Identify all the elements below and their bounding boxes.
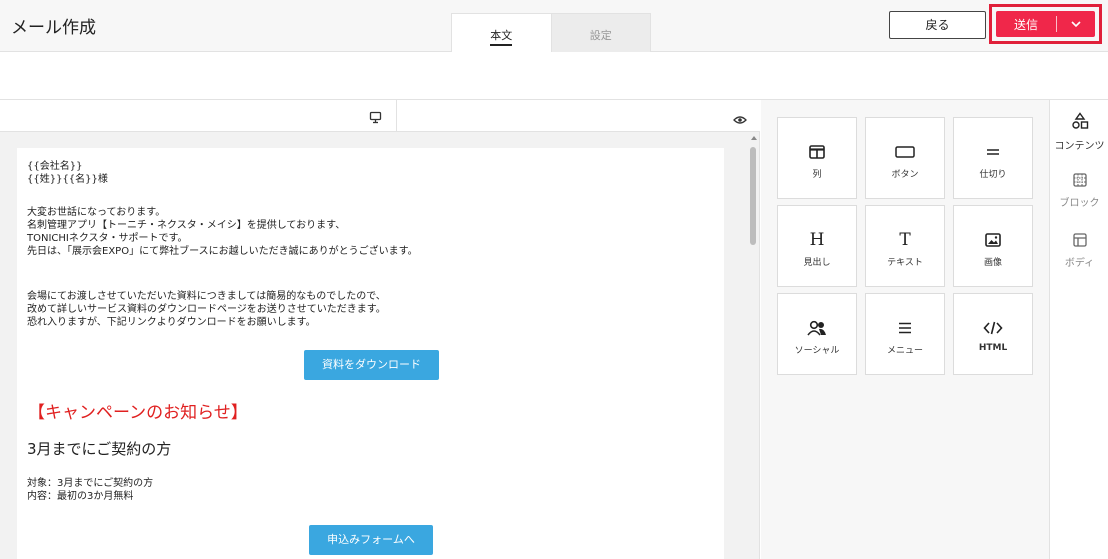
html-icon — [983, 319, 1003, 337]
block-label: ボタン — [891, 170, 919, 180]
page-title: メール作成 — [11, 18, 96, 38]
block-heading[interactable]: H 見出し — [777, 205, 857, 287]
desktop-view-icon[interactable] — [369, 109, 382, 128]
block-menu[interactable]: メニュー — [865, 293, 945, 375]
preview-eye-icon[interactable] — [733, 110, 747, 129]
text-icon: T — [899, 230, 911, 250]
toolbar-cell-left — [0, 100, 397, 132]
tab-bar: 本文 設定 — [451, 13, 651, 52]
details-block[interactable]: 対象：3月までにご契約の方 内容：最初の3か月無料 — [27, 477, 153, 503]
scroll-thumb[interactable] — [750, 147, 756, 245]
block-label: ソーシャル — [794, 346, 840, 356]
sidebar-item-label: コンテンツ — [1054, 141, 1105, 152]
tab-body[interactable]: 本文 — [451, 13, 552, 52]
shapes-icon — [1071, 112, 1089, 134]
body-line: 改めて詳しいサービス資料のダウンロードページをお送りさせていただきます。 — [27, 304, 386, 315]
details-line: 対象：3月までにご契約の方 — [27, 478, 154, 489]
block-button[interactable]: ボタン — [865, 117, 945, 199]
content-panel: 列 ボタン 仕切り H 見出し T テキスト 画像 ソーシャル メニュー HTM… — [761, 100, 1049, 559]
send-label: 送信 — [1013, 17, 1038, 32]
intro-line: 先日は、「展示会EXPO」にて弊社ブースにお越しいただき誠にありがとうございます… — [27, 246, 418, 257]
body-line: 恐れ入りますが、下記リンクよりダウンロードをお願いします。 — [27, 317, 316, 328]
intro-line: 大変お世話になっております。 — [27, 207, 166, 218]
button-icon — [895, 143, 915, 161]
tab-settings-label: 設定 — [589, 29, 612, 42]
application-form-button[interactable]: 申込みフォームへ — [309, 525, 433, 555]
greeting-block[interactable]: {{会社名}} {{姓}}{{名}}様 — [27, 160, 108, 186]
tab-settings[interactable]: 設定 — [551, 13, 651, 52]
body-layout-icon — [1072, 232, 1087, 251]
download-button[interactable]: 資料をダウンロード — [304, 350, 439, 380]
social-icon — [807, 319, 827, 337]
header-bar: メール作成 本文 設定 戻る 送信 — [0, 0, 1108, 52]
right-sidebar: コンテンツ ブロック ボディ — [1049, 100, 1108, 559]
divider-icon — [985, 143, 1001, 161]
block-label: テキスト — [887, 258, 923, 268]
block-html[interactable]: HTML — [953, 293, 1033, 375]
back-button[interactable]: 戻る — [889, 11, 986, 39]
block-text[interactable]: T テキスト — [865, 205, 945, 287]
sidebar-item-blocks[interactable]: ブロック — [1050, 172, 1108, 209]
toolbar-cell-right — [397, 100, 760, 132]
image-icon — [985, 231, 1001, 249]
block-label: HTML — [978, 343, 1008, 353]
greeting-company: {{会社名}} — [27, 161, 83, 172]
sub-heading[interactable]: 3月までにご契約の方 — [27, 438, 171, 459]
greeting-name: {{姓}}{{名}}様 — [27, 174, 108, 185]
campaign-heading[interactable]: 【キャンペーンのお知らせ】 — [28, 398, 248, 423]
tab-body-label: 本文 — [490, 29, 513, 46]
block-social[interactable]: ソーシャル — [777, 293, 857, 375]
block-label: 画像 — [983, 258, 1002, 268]
sidebar-item-body[interactable]: ボディ — [1050, 232, 1108, 269]
block-label: 列 — [812, 170, 822, 180]
send-button[interactable]: 送信 — [996, 11, 1095, 37]
email-preview: {{会社名}} {{姓}}{{名}}様 大変お世話になっております。 名刺管理ア… — [17, 148, 724, 559]
block-image[interactable]: 画像 — [953, 205, 1033, 287]
scroll-up-arrow-icon[interactable] — [751, 136, 757, 140]
sub-toolbar — [0, 52, 1108, 100]
block-label: 仕切り — [979, 170, 1007, 180]
block-label: 見出し — [803, 258, 831, 268]
send-highlight-frame: 送信 — [989, 4, 1102, 44]
block-label: メニュー — [886, 346, 923, 356]
sidebar-item-label: ブロック — [1059, 198, 1100, 209]
intro-block[interactable]: 大変お世話になっております。 名刺管理アプリ【トーニチ・ネクスタ・メイシ】を提供… — [27, 206, 418, 258]
details-line: 内容：最初の3か月無料 — [27, 491, 134, 502]
columns-icon — [809, 143, 825, 161]
block-columns[interactable]: 列 — [777, 117, 857, 199]
intro-line: 名刺管理アプリ【トーニチ・ネクスタ・メイシ】を提供しております、 — [27, 220, 346, 231]
editor-toolbar — [0, 100, 760, 132]
chevron-down-icon[interactable] — [1057, 20, 1095, 28]
intro-line: TONICHIネクスタ・サポートです。 — [27, 233, 188, 244]
sidebar-item-contents[interactable]: コンテンツ — [1050, 112, 1108, 152]
body-line: 会場にてお渡しさせていただいた資料につきましては簡易的なものでしたので、 — [27, 291, 386, 302]
editor-canvas: {{会社名}} {{姓}}{{名}}様 大変お世話になっております。 名刺管理ア… — [0, 100, 760, 559]
blocks-icon — [1072, 172, 1087, 191]
sidebar-item-label: ボディ — [1064, 258, 1095, 269]
editor-scrollbar[interactable] — [750, 134, 758, 559]
heading-icon: H — [809, 230, 825, 250]
menu-icon — [897, 319, 913, 337]
block-divider[interactable]: 仕切り — [953, 117, 1033, 199]
body-block[interactable]: 会場にてお渡しさせていただいた資料につきましては簡易的なものでしたので、 改めて… — [27, 290, 386, 329]
